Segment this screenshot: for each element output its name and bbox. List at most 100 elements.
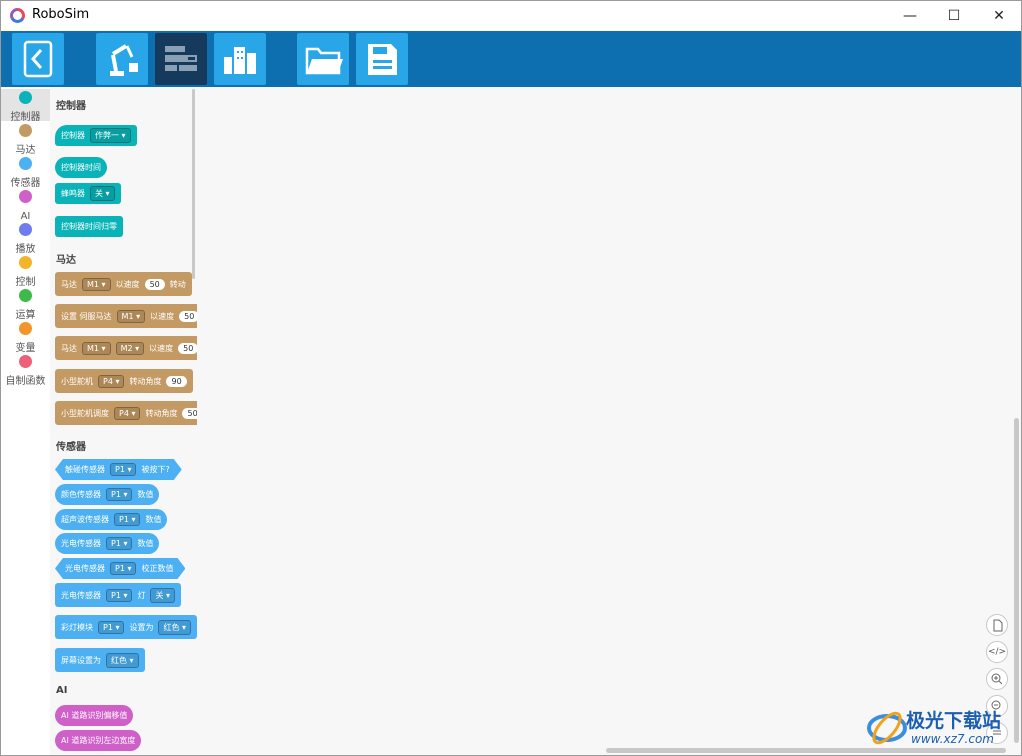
zoom-in-icon [991, 673, 1003, 685]
block-dropdown[interactable]: P4 ▾ [98, 374, 125, 388]
block-ai-road-offset[interactable]: AI 道路识别偏移值 [55, 705, 134, 726]
save-button[interactable] [356, 33, 408, 85]
block-touch-sensor[interactable]: 触碰传感器 P1 ▾ 被按下? [55, 459, 182, 480]
category-label: 自制函数 [5, 376, 46, 387]
block-color-sensor[interactable]: 颜色传感器 P1 ▾ 数值 [55, 484, 160, 505]
block-number-input[interactable]: 50 [182, 407, 197, 419]
block-text: 设置 伺服马达 [61, 311, 112, 321]
maximize-button[interactable]: ☐ [931, 1, 977, 31]
dropdown-value: P1 [111, 490, 121, 499]
block-dropdown[interactable]: 关 ▾ [90, 186, 115, 201]
block-text: 触碰传感器 [65, 465, 105, 474]
minimize-button[interactable]: — [887, 1, 933, 31]
title-bar: RoboSim — ☐ ✕ [1, 1, 1021, 31]
page-icon [993, 619, 1003, 632]
page-button[interactable] [986, 614, 1008, 636]
block-dropdown[interactable]: P1 ▾ [110, 463, 136, 476]
block-rgb-module[interactable]: 彩灯模块 P1 ▾ 设置为 红色 ▾ [55, 615, 197, 639]
dropdown-value: P4 [103, 376, 113, 386]
block-dropdown[interactable]: 红色 ▾ [106, 652, 139, 668]
block-dropdown[interactable]: P4 ▾ [114, 406, 141, 420]
block-small-servo-angle[interactable]: 小型舵机 P4 ▾ 转动角度 90 [55, 369, 193, 393]
category-list: 控制器 马达 传感器 AI 播放 控制 运算 变量 自制函数 [1, 87, 50, 755]
category-control[interactable]: 控制 [1, 254, 50, 288]
block-dropdown[interactable]: 红色 ▾ [158, 619, 192, 635]
category-motor[interactable]: 马达 [1, 122, 50, 156]
category-play[interactable]: 播放 [1, 221, 50, 255]
block-dropdown[interactable]: P1 ▾ [106, 537, 133, 550]
block-ultrasonic-sensor[interactable]: 超声波传感器 P1 ▾ 数值 [55, 509, 168, 530]
block-motor-speed[interactable]: 马达 M1 ▾ 以速度 50 转动 [55, 272, 192, 296]
code-view-button[interactable]: </> [986, 641, 1008, 663]
block-dropdown[interactable]: P1 ▾ [110, 562, 136, 575]
watermark-logo-icon [867, 711, 907, 745]
category-operators[interactable]: 运算 [1, 287, 50, 321]
block-reset-timer[interactable]: 控制器时间归零 [55, 216, 123, 237]
block-text: 灯 [137, 590, 146, 600]
back-button[interactable] [12, 33, 64, 85]
block-dropdown[interactable]: 作弊一 ▾ [90, 128, 131, 143]
block-buzzer[interactable]: 蜂鸣器关 ▾ [55, 183, 121, 204]
block-text: 被按下? [141, 465, 170, 474]
dropdown-value: 作弊一 [95, 131, 119, 140]
flyout-scrollbar[interactable] [192, 89, 195, 279]
block-light-sensor-value[interactable]: 光电传感器 P1 ▾ 数值 [55, 533, 160, 554]
code-workspace[interactable] [197, 87, 1021, 755]
block-text: 光电传感器 [61, 539, 101, 548]
category-dot-icon [19, 256, 32, 269]
block-light-sensor-calibrate[interactable]: 光电传感器 P1 ▾ 校正数值 [55, 558, 185, 579]
category-dot-icon [19, 355, 32, 368]
block-text: 彩灯模块 [61, 622, 93, 632]
robosim-logo-icon [10, 8, 25, 23]
block-dropdown[interactable]: 关 ▾ [150, 587, 176, 603]
block-dropdown[interactable]: M2 ▾ [115, 341, 145, 355]
block-number-input[interactable]: 50 [144, 278, 165, 290]
block-dropdown[interactable]: M1 ▾ [82, 341, 111, 355]
category-dot-icon [19, 124, 32, 137]
category-ai[interactable]: AI [1, 188, 50, 222]
block-number-input[interactable]: 90 [166, 375, 187, 387]
scene-button[interactable] [214, 33, 266, 85]
block-screen-set[interactable]: 屏幕设置为 红色 ▾ [55, 648, 145, 672]
block-servo-speed[interactable]: 设置 伺服马达 M1 ▾ 以速度 50 [55, 304, 197, 328]
block-controller-mode[interactable]: 控制器 作弊一 ▾ [55, 125, 137, 146]
dropdown-value: M2 [120, 343, 133, 353]
section-heading-motor: 马达 [56, 255, 76, 266]
buildings-icon [224, 47, 256, 74]
block-small-servo-schedule[interactable]: 小型舵机调度 P4 ▾ 转动角度 50 [55, 401, 197, 425]
block-dropdown[interactable]: P1 ▾ [114, 513, 141, 526]
category-controller[interactable]: 控制器 [1, 89, 50, 123]
block-code-button[interactable] [155, 33, 207, 85]
block-number-input[interactable]: 50 [179, 310, 197, 322]
workspace-vertical-scrollbar[interactable] [1014, 418, 1019, 743]
block-text: AI 道路识别左边宽度 [61, 736, 136, 745]
folder-icon [305, 47, 343, 75]
block-text: AI 道路识别偏移值 [61, 711, 128, 720]
block-ai-road-left-width[interactable]: AI 道路识别左边宽度 [55, 730, 142, 751]
block-text: 马达 [61, 343, 77, 353]
block-text: 控制器 [61, 131, 85, 140]
category-variables[interactable]: 变量 [1, 320, 50, 354]
block-number-input[interactable]: 50 [178, 342, 197, 354]
block-dropdown[interactable]: M1 ▾ [82, 277, 111, 291]
block-dropdown[interactable]: M1 ▾ [116, 309, 146, 323]
open-file-button[interactable] [297, 33, 349, 85]
dropdown-value: 红色 [163, 622, 180, 632]
block-dropdown[interactable]: P1 ▾ [98, 620, 125, 634]
dropdown-value: M1 [87, 279, 99, 289]
robot-arm-button[interactable] [96, 33, 148, 85]
block-text: 以速度 [150, 311, 175, 321]
block-text: 数值 [137, 539, 154, 548]
block-light-sensor-lamp[interactable]: 光电传感器 P1 ▾ 灯关 ▾ [55, 583, 182, 607]
window-title: RoboSim [32, 7, 90, 22]
block-two-motors[interactable]: 马达 M1 ▾ M2 ▾ 以速度 50 [55, 336, 197, 360]
block-text: 马达 [61, 279, 77, 289]
block-dropdown[interactable]: P1 ▾ [106, 488, 133, 501]
block-controller-time[interactable]: 控制器时间 [55, 157, 107, 178]
zoom-in-button[interactable] [986, 668, 1008, 690]
category-sensor[interactable]: 传感器 [1, 155, 50, 189]
category-my-functions[interactable]: 自制函数 [1, 353, 50, 387]
main-toolbar [1, 31, 1021, 87]
close-button[interactable]: ✕ [976, 1, 1021, 31]
block-dropdown[interactable]: P1 ▾ [106, 588, 133, 602]
